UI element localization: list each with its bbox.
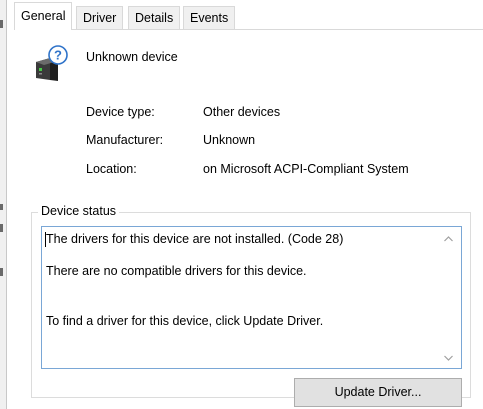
edge-mark: [0, 204, 3, 210]
location-value: on Microsoft ACPI-Compliant System: [203, 162, 409, 176]
edge-mark: [0, 20, 3, 28]
tab-events[interactable]: Events: [183, 6, 236, 29]
edge-mark: [0, 268, 3, 276]
device-type-label: Device type:: [86, 105, 155, 119]
tab-strip: General Driver Details Events: [6, 0, 483, 30]
device-type-value: Other devices: [203, 105, 281, 119]
tab-baseline: [18, 29, 483, 30]
svg-text:?: ?: [54, 48, 62, 63]
scroll-down-arrow-icon[interactable]: [443, 352, 454, 362]
tab-details[interactable]: Details: [128, 6, 181, 29]
manufacturer-value: Unknown: [203, 133, 256, 147]
device-name: Unknown device: [86, 50, 178, 64]
update-driver-button[interactable]: Update Driver...: [294, 378, 462, 407]
device-properties-dialog: General Driver Details Events ? Unknown …: [0, 0, 483, 409]
device-status-legend: Device status: [38, 204, 120, 218]
tab-driver[interactable]: Driver: [76, 6, 124, 29]
edge-mark: [0, 224, 3, 232]
manufacturer-label: Manufacturer:: [86, 133, 164, 147]
tab-general[interactable]: General: [14, 2, 73, 30]
window-left-edge: [0, 0, 7, 409]
status-line-code: The drivers for this device are not inst…: [46, 232, 344, 246]
status-line-instruction: To find a driver for this device, click …: [46, 314, 324, 328]
status-line-compat: There are no compatible drivers for this…: [46, 264, 307, 278]
scroll-up-arrow-icon[interactable]: [443, 233, 454, 243]
unknown-device-icon: ?: [32, 44, 72, 84]
location-label: Location:: [86, 162, 137, 176]
device-status-textbox[interactable]: The drivers for this device are not inst…: [41, 226, 462, 369]
